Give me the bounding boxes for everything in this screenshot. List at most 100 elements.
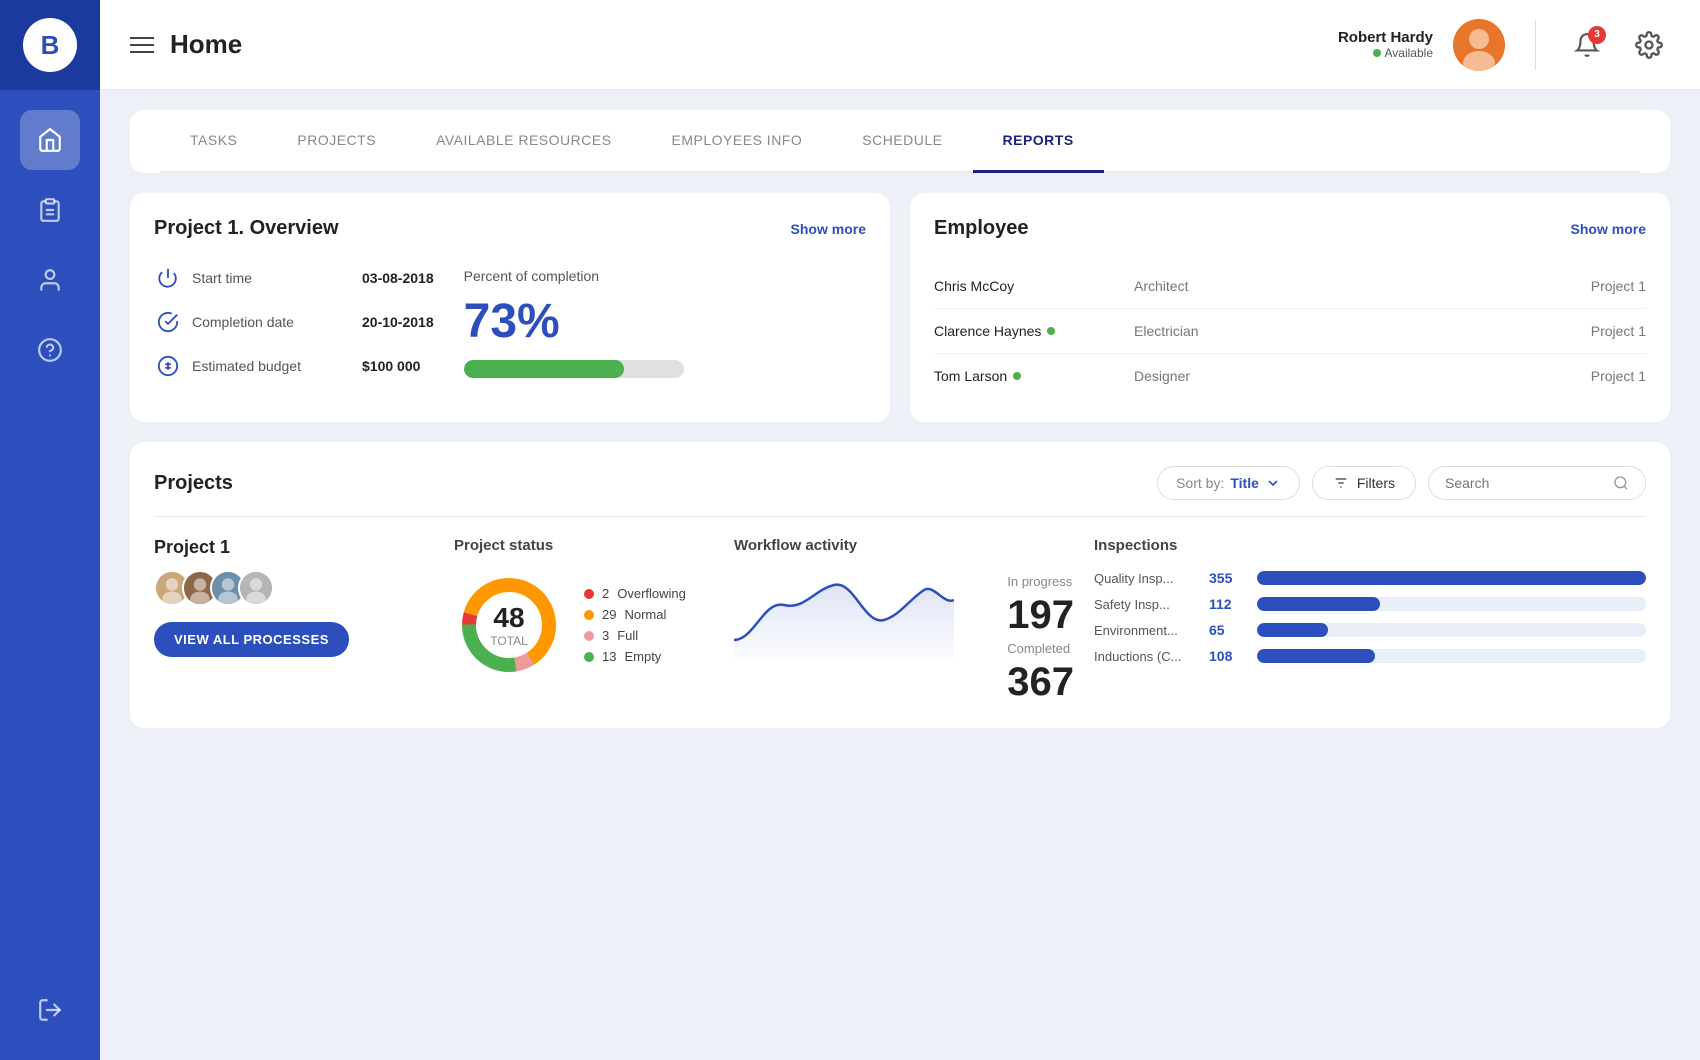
emp-role-0: Architect [1134,278,1591,294]
emp-project-0: Project 1 [1591,278,1646,294]
insp-row-2: Environment... 65 [1094,622,1646,638]
tab-schedule[interactable]: SCHEDULE [832,110,972,173]
legend-dot-normal [584,610,594,620]
topbar-left: Home [130,29,1338,60]
overview-rows: Start time 03-08-2018 Completion date [154,264,434,380]
workflow-inner: In progress 197 Completed 367 [734,570,1074,704]
chevron-down-icon [1265,475,1281,491]
search-box [1428,466,1646,500]
legend-empty: 13 Empty [584,649,686,664]
user-name: Robert Hardy [1338,29,1433,46]
main-content: Home Robert Hardy Available [100,0,1700,1060]
donut-label: TOTAL [490,634,528,648]
project-overview-card: Project 1. Overview Show more Start time [130,193,890,422]
tab-tasks[interactable]: TASKS [160,110,267,173]
budget-label: Estimated budget [192,358,352,374]
completion-value: 20-10-2018 [362,314,434,330]
project-status-section: Project status [454,537,714,680]
filter-button[interactable]: Filters [1312,466,1416,500]
overview-row: Project 1. Overview Show more Start time [130,193,1670,422]
avatar [1453,19,1505,71]
employee-title: Employee [934,217,1028,240]
progress-bar [464,360,684,378]
insp-bar-bg-1 [1257,597,1646,611]
project-row: Project 1 [154,537,1646,704]
sidebar-item-tasks[interactable] [20,180,80,240]
avatar-3 [238,570,274,606]
donut-wrapper: 48 TOTAL 2 Overflowing [454,570,714,680]
logo-icon[interactable]: B [23,18,77,72]
insp-value-2: 65 [1209,622,1247,638]
overview-show-more[interactable]: Show more [791,221,866,237]
overview-title: Project 1. Overview [154,217,339,240]
sidebar-item-logout[interactable] [20,980,80,1040]
insp-row-3: Inductions (C... 108 [1094,648,1646,664]
sort-label: Sort by: [1176,475,1224,491]
sort-button[interactable]: Sort by: Title [1157,466,1300,500]
legend-label-full: Full [617,628,638,643]
insp-bar-fill-1 [1257,597,1380,611]
workflow-section: Workflow activity [734,537,1074,704]
projects-divider [154,516,1646,517]
topbar-right: Robert Hardy Available 3 [1338,19,1670,71]
budget-value: $100 000 [362,358,434,374]
insp-bar-bg-0 [1257,571,1646,585]
donut-total: 48 [490,602,528,634]
insp-value-1: 112 [1209,596,1247,612]
emp-name-2: Tom Larson [934,368,1134,384]
tab-projects[interactable]: PROJECTS [267,110,406,173]
status-title: Project status [454,537,714,554]
inspections-list: Quality Insp... 355 Safety Insp... 112 [1094,570,1646,664]
emp-project-1: Project 1 [1591,323,1646,339]
topbar: Home Robert Hardy Available [100,0,1700,90]
employee-list: Chris McCoy Architect Project 1 Clarence… [934,264,1646,398]
tab-employees-info[interactable]: EMPLOYEES INFO [642,110,833,173]
sidebar-nav [20,90,80,980]
insp-value-3: 108 [1209,648,1247,664]
legend-label-overflowing: Overflowing [617,586,686,601]
insp-label-1: Safety Insp... [1094,597,1199,612]
sidebar-bottom [20,980,80,1040]
overview-content: Start time 03-08-2018 Completion date [154,264,866,380]
emp-name-0: Chris McCoy [934,278,1134,294]
emp-name-1: Clarence Haynes [934,323,1134,339]
legend-label-normal: Normal [624,607,666,622]
emp-project-2: Project 1 [1591,368,1646,384]
notification-button[interactable]: 3 [1566,24,1608,66]
inspections-title: Inspections [1094,537,1646,554]
emp-role-2: Designer [1134,368,1591,384]
completed-label: Completed [1007,641,1074,656]
search-input[interactable] [1445,475,1605,491]
inspections-section: Inspections Quality Insp... 355 Safety I… [1094,537,1646,674]
tab-reports[interactable]: REPORTS [973,110,1104,173]
sidebar-item-home[interactable] [20,110,80,170]
in-progress-value: 197 [1007,593,1074,637]
projects-card: Projects Sort by: Title Filters [130,442,1670,728]
project-avatars [154,570,434,606]
legend-count-empty: 13 [602,649,616,664]
completed-value: 367 [1007,660,1074,704]
settings-button[interactable] [1628,24,1670,66]
hamburger-menu[interactable] [130,37,154,53]
status-dot [1373,49,1381,57]
overview-header: Project 1. Overview Show more [154,217,866,240]
emp-row-1: Clarence Haynes Electrician Project 1 [934,309,1646,354]
project-name: Project 1 [154,537,434,558]
donut-center: 48 TOTAL [490,602,528,648]
tabs: TASKS PROJECTS AVAILABLE RESOURCES EMPLO… [160,110,1640,173]
sidebar-item-help[interactable] [20,320,80,380]
in-progress-label: In progress [1007,574,1074,589]
sidebar-item-user[interactable] [20,250,80,310]
emp-row-2: Tom Larson Designer Project 1 [934,354,1646,398]
tab-available-resources[interactable]: AVAILABLE RESOURCES [406,110,641,173]
budget-row: Estimated budget $100 000 [154,352,434,380]
user-info: Robert Hardy Available [1338,29,1433,60]
legend-dot-empty [584,652,594,662]
insp-row-0: Quality Insp... 355 [1094,570,1646,586]
insp-label-0: Quality Insp... [1094,571,1199,586]
employee-show-more[interactable]: Show more [1571,221,1646,237]
sidebar: B [0,0,100,1060]
workflow-chart-svg [734,570,954,660]
view-all-processes-button[interactable]: VIEW ALL PROCESSES [154,622,349,657]
topbar-divider [1535,20,1536,70]
